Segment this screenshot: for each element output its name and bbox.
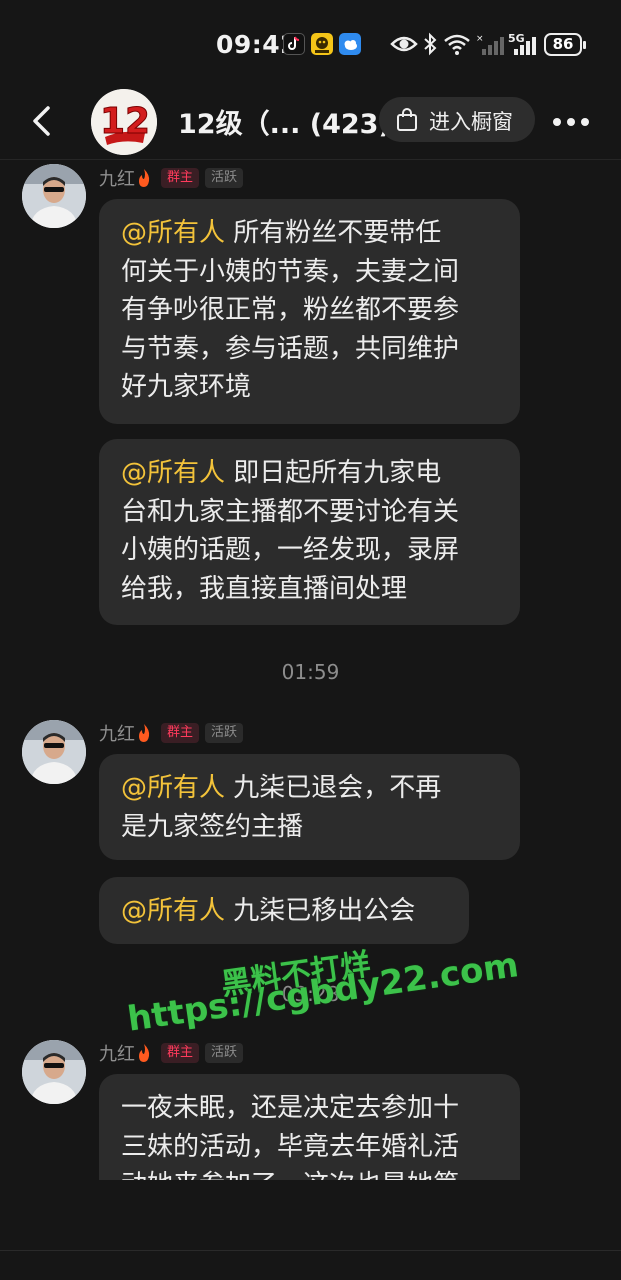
bottom-area [0,1180,621,1280]
fire-icon [139,1044,150,1062]
message-line: 台和九家主播都不要讨论有关 [121,496,460,527]
message-bubble[interactable]: @所有人 即日起所有九家电 台和九家主播都不要讨论有关 小姨的话题，一经发现，录… [99,439,520,625]
message-line: 动她来参加了，这次也是她第 [121,1166,498,1180]
group-avatar-text: 12 [100,101,150,142]
group-avatar[interactable]: 12 [91,89,157,155]
shopping-bag-icon [397,108,417,131]
avatar[interactable] [22,1040,86,1104]
avatar[interactable] [22,164,86,228]
sender-info: 九红 群主 活跃 [99,166,249,190]
message-line: @所有人 九柒已退会，不再 [121,773,442,803]
sender-name[interactable]: 九红 [99,165,135,191]
mention-all[interactable]: @所有人 [121,773,225,803]
message-line: 与节奏，参与话题，共同维护 [121,333,460,364]
enter-showcase-button[interactable]: 进入橱窗 [379,97,535,142]
message-bubble[interactable]: @所有人 九柒已移出公会 [99,877,469,944]
sender-info: 九红 群主 活跃 [99,721,249,745]
time-divider: 01:59 [281,660,340,684]
message-line: 何关于小姨的节奏，夫妻之间 [121,256,460,287]
more-options-icon[interactable] [552,117,590,127]
group-owner-badge: 群主 [161,1043,200,1063]
message-line: 是九家签约主播 [121,811,304,842]
enter-showcase-label: 进入橱窗 [429,110,513,134]
message-line: 三妹的活动，毕竟去年婚礼活 [121,1131,460,1162]
active-badge: 活跃 [205,723,244,743]
sender-info: 九红 群主 活跃 [99,1041,249,1065]
message-line: @所有人 九柒已移出公会 [121,896,416,926]
message-line: 好九家环境 [121,372,252,402]
mention-all[interactable]: @所有人 [121,458,225,488]
message-bubble[interactable]: 一夜未眠，还是决定去参加十 三妹的活动，毕竟去年婚礼活 动她来参加了，这次也是她… [99,1074,520,1180]
fire-icon [139,169,150,187]
status-bar: 09:42 × 5G 86 [0,0,621,84]
svg-text:×: × [476,34,484,44]
battery-icon: 86 [544,33,586,56]
mention-all[interactable]: @所有人 [121,218,225,248]
message-line: 一夜未眠，还是决定去参加十 [121,1093,460,1123]
eye-comfort-icon [390,36,418,52]
fire-icon [139,724,150,742]
chat-header: 12 12级（... (423) 进入橱窗 [0,84,621,160]
message-list[interactable]: 九红 群主 活跃 @所有人 所有粉丝不要带任 何关于小姨的节奏，夫妻之间 有争吵… [0,160,621,1180]
active-badge: 活跃 [205,1043,244,1063]
group-owner-badge: 群主 [161,723,200,743]
bluetooth-icon [424,32,437,56]
message-bubble[interactable]: @所有人 所有粉丝不要带任 何关于小姨的节奏，夫妻之间 有争吵很正常，粉丝都不要… [99,199,520,424]
sender-name[interactable]: 九红 [99,1040,135,1066]
message-line: @所有人 即日起所有九家电 [121,458,442,488]
signal-strength-icon [514,37,536,55]
group-title[interactable]: 12级（... (423) [178,102,391,141]
message-line: 有争吵很正常，粉丝都不要参 [121,295,460,325]
signal-icon: × [476,34,504,55]
mention-all[interactable]: @所有人 [121,896,225,926]
message-line: 小姨的话题，一经发现，录屏 [121,535,460,565]
wifi-icon [444,34,470,55]
weather-app-icon [339,33,361,55]
divider [0,1250,621,1251]
game-app-icon [311,33,333,55]
sender-name[interactable]: 九红 [99,720,135,746]
group-owner-badge: 群主 [161,168,200,188]
message-bubble[interactable]: @所有人 九柒已退会，不再 是九家签约主播 [99,754,520,860]
message-line: 给我，我直接直播间处理 [121,573,408,604]
avatar[interactable] [22,720,86,784]
back-arrow-icon[interactable] [28,104,58,138]
message-line: @所有人 所有粉丝不要带任 [121,218,442,248]
active-badge: 活跃 [205,168,244,188]
tiktok-icon [283,33,305,55]
